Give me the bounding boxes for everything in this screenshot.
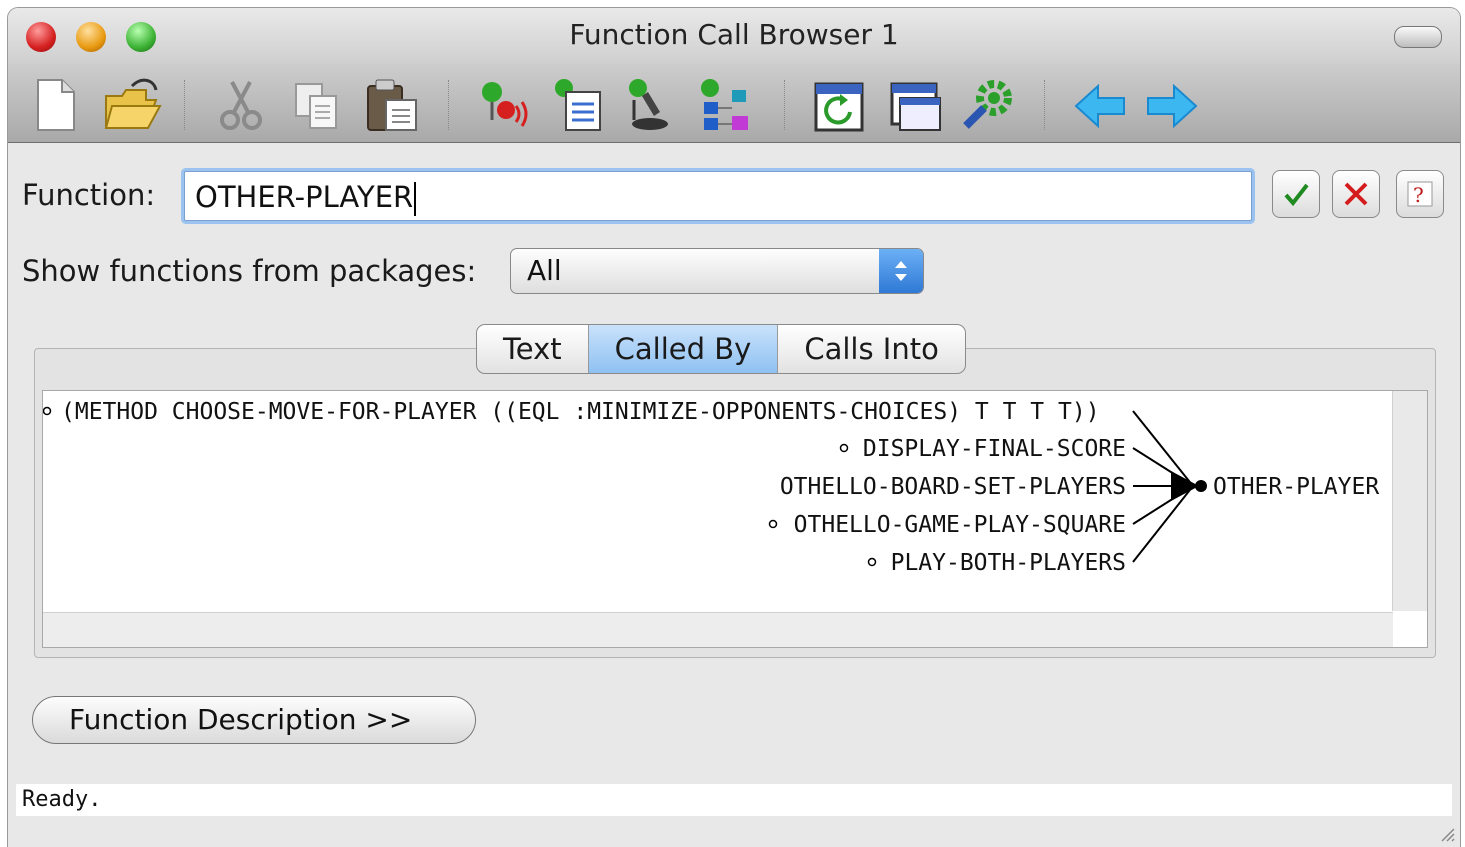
tab-calls-into[interactable]: Calls Into (778, 325, 965, 373)
text-caret (414, 182, 417, 216)
tab-text[interactable]: Text (477, 325, 589, 373)
horizontal-scrollbar[interactable] (43, 612, 1393, 647)
inspect-icon[interactable] (620, 76, 674, 134)
target-node[interactable]: OTHER-PLAYER (1213, 474, 1379, 500)
toolbar (8, 64, 1460, 143)
cut-icon[interactable] (214, 76, 268, 134)
status-bar: Ready. (16, 784, 1452, 816)
confirm-button[interactable] (1272, 170, 1320, 218)
help-icon: ? (1407, 181, 1433, 207)
copy-icon[interactable] (290, 76, 344, 134)
forward-arrow-icon[interactable] (1142, 76, 1198, 134)
window-title: Function Call Browser 1 (569, 18, 899, 51)
function-label: Function: (22, 178, 156, 212)
call-graph: (METHOD CHOOSE-MOVE-FOR-PLAYER ((EQL :MI… (43, 399, 1379, 576)
caller-node[interactable]: OTHELLO-GAME-PLAY-SQUARE (794, 512, 1126, 538)
packages-selected-value: All (527, 254, 562, 287)
toolbar-separator (1044, 80, 1045, 130)
checkmark-icon (1284, 183, 1309, 207)
target-node-dot (1195, 480, 1207, 492)
expand-node-icon[interactable] (768, 519, 778, 529)
caller-node[interactable]: PLAY-BOTH-PLAYERS (891, 550, 1126, 576)
expand-node-icon[interactable] (839, 443, 849, 453)
open-folder-icon[interactable] (102, 76, 162, 134)
call-out-icon[interactable] (548, 76, 602, 134)
new-document-icon[interactable] (28, 76, 82, 134)
resize-grip-icon[interactable] (1438, 825, 1456, 843)
function-description-button[interactable]: Function Description >> (32, 696, 476, 744)
svg-text:?: ? (1413, 183, 1424, 207)
call-in-icon[interactable] (474, 76, 528, 134)
tab-called-by[interactable]: Called By (588, 325, 779, 373)
cancel-button[interactable] (1332, 170, 1380, 218)
tab-bar: Text Called By Calls Into (476, 324, 966, 374)
paste-icon[interactable] (362, 76, 417, 134)
help-button[interactable]: ? (1396, 170, 1444, 218)
toolbar-toggle-button[interactable] (1394, 26, 1442, 48)
caller-node[interactable]: OTHELLO-BOARD-SET-PLAYERS (780, 474, 1126, 500)
vertical-scrollbar[interactable] (1392, 391, 1427, 611)
expand-node-icon[interactable] (43, 406, 52, 416)
title-bar: Function Call Browser 1 (8, 8, 1460, 64)
call-graph-pane[interactable]: (METHOD CHOOSE-MOVE-FOR-PLAYER ((EQL :MI… (42, 390, 1428, 648)
select-arrows-icon (879, 249, 923, 293)
close-icon (1344, 182, 1368, 206)
function-input-value: OTHER-PLAYER (195, 180, 414, 214)
back-arrow-icon[interactable] (1070, 76, 1125, 134)
tree-icon[interactable] (698, 76, 752, 134)
caller-node[interactable]: (METHOD CHOOSE-MOVE-FOR-PLAYER ((EQL :MI… (61, 399, 1100, 425)
expand-node-icon[interactable] (867, 557, 877, 567)
toolbar-separator (184, 80, 185, 130)
toolbar-separator (784, 80, 785, 130)
packages-label: Show functions from packages: (22, 254, 477, 288)
function-call-browser-window: Function Call Browser 1 Function: OTHER-… (8, 8, 1460, 847)
new-window-icon[interactable] (886, 76, 941, 134)
toolbar-separator (448, 80, 449, 130)
caller-node[interactable]: DISPLAY-FINAL-SCORE (863, 436, 1126, 462)
refresh-icon[interactable] (810, 76, 864, 134)
packages-select[interactable]: All (510, 248, 924, 294)
preferences-gear-icon[interactable] (958, 76, 1012, 134)
function-input[interactable]: OTHER-PLAYER (184, 171, 1252, 221)
